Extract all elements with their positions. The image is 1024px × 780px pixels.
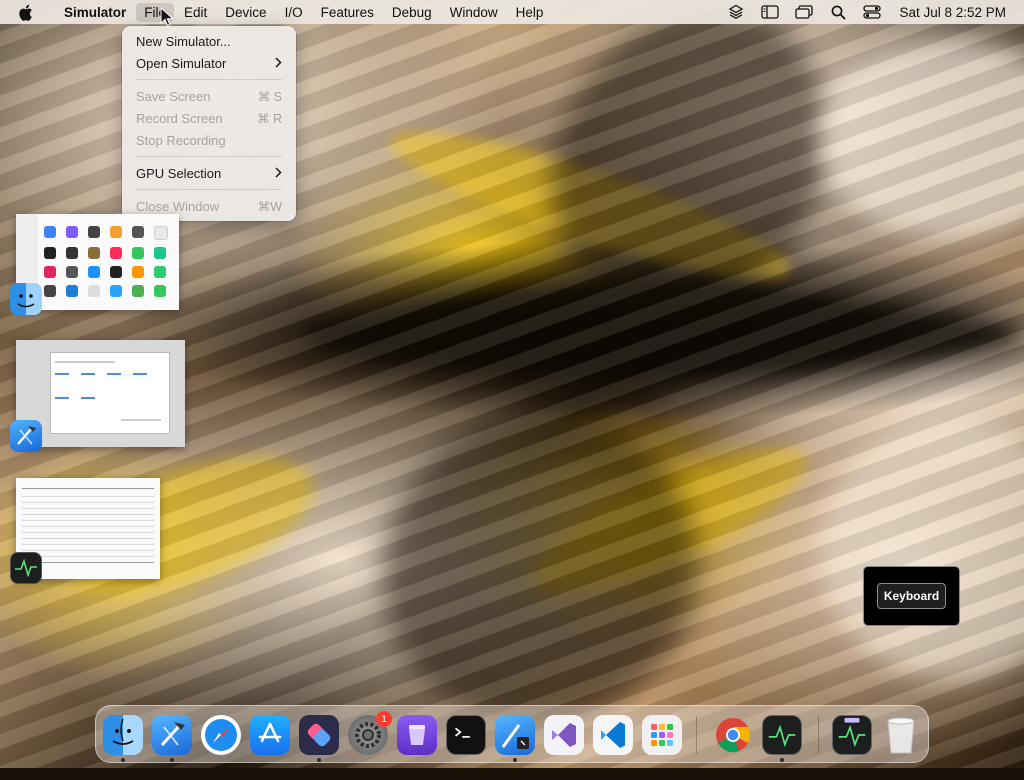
- chevron-right-icon: [275, 166, 282, 181]
- running-indicator: [170, 758, 174, 762]
- menu-item-label: Save Screen: [136, 88, 211, 104]
- menu-features[interactable]: Features: [313, 3, 382, 22]
- windows-icon[interactable]: [794, 3, 814, 21]
- menu-item-shortcut: ⌘ S: [257, 89, 282, 104]
- menu-separator: [136, 156, 282, 157]
- dock-activity-monitor-2-icon[interactable]: [832, 715, 872, 755]
- dock-finder-icon[interactable]: [103, 715, 143, 755]
- keyboard-button[interactable]: Keyboard: [876, 583, 947, 609]
- thumbnail-dialog: [50, 352, 170, 434]
- keyboard-hud: Keyboard: [863, 566, 960, 626]
- menu-item-open-simulator[interactable]: Open Simulator: [122, 52, 296, 74]
- menu-bar: Simulator File Edit Device I/O Features …: [0, 0, 1024, 24]
- running-indicator: [121, 758, 125, 762]
- menu-device[interactable]: Device: [217, 3, 274, 22]
- dock-system-settings-icon[interactable]: 1: [348, 711, 392, 755]
- activity-monitor-icon[interactable]: [10, 552, 42, 584]
- dock-apple-configurator-icon[interactable]: [397, 715, 437, 755]
- menu-separator: [136, 189, 282, 190]
- apple-menu-icon[interactable]: [16, 3, 34, 21]
- spotlight-search-icon[interactable]: [828, 3, 848, 21]
- mouse-pointer-icon: [160, 6, 175, 27]
- file-menu-dropdown: New Simulator... Open Simulator Save Scr…: [122, 26, 296, 221]
- dock-shortcuts-icon[interactable]: [299, 715, 339, 755]
- thumbnail-app-grid: [44, 226, 168, 297]
- dock-activity-monitor-icon[interactable]: [762, 715, 802, 755]
- layers-icon[interactable]: [726, 3, 746, 21]
- dock-separator: [818, 716, 819, 754]
- menu-item-label: Close Window: [136, 198, 220, 214]
- dock-vscode-icon[interactable]: [593, 715, 633, 755]
- running-indicator: [317, 758, 321, 762]
- dock-terminal-icon[interactable]: [446, 715, 486, 755]
- sidebar-icon[interactable]: [760, 3, 780, 21]
- dock-xcode-icon[interactable]: [152, 715, 192, 755]
- dock-visual-studio-icon[interactable]: [544, 715, 584, 755]
- dock-launchpad-icon[interactable]: [642, 715, 682, 755]
- control-center-icon[interactable]: [862, 3, 882, 21]
- dock-app-store-icon[interactable]: [250, 715, 290, 755]
- menu-item-label: New Simulator...: [136, 33, 231, 49]
- menu-debug[interactable]: Debug: [384, 3, 440, 22]
- menu-item-label: Record Screen: [136, 110, 223, 126]
- dock-chrome-icon[interactable]: [713, 715, 753, 755]
- menu-item-new-simulator[interactable]: New Simulator...: [122, 30, 296, 52]
- menu-app-simulator[interactable]: Simulator: [56, 3, 134, 22]
- dock-xcode-beta-icon[interactable]: [495, 715, 535, 755]
- menu-item-label: GPU Selection: [136, 165, 222, 181]
- menu-item-stop-recording: Stop Recording: [122, 129, 296, 151]
- menu-item-gpu-selection[interactable]: GPU Selection: [122, 162, 296, 184]
- menu-item-shortcut: ⌘W: [257, 199, 282, 214]
- finder-icon[interactable]: [10, 283, 42, 315]
- running-indicator: [513, 758, 517, 762]
- menu-item-record-screen: Record Screen ⌘ R: [122, 107, 296, 129]
- menu-item-save-screen: Save Screen ⌘ S: [122, 85, 296, 107]
- xcode-icon[interactable]: [10, 420, 42, 452]
- dock: 1: [95, 705, 929, 763]
- running-indicator: [780, 758, 784, 762]
- menu-separator: [136, 79, 282, 80]
- menu-edit[interactable]: Edit: [176, 3, 215, 22]
- menu-window[interactable]: Window: [442, 3, 506, 22]
- dock-trash-icon[interactable]: [881, 715, 921, 755]
- menu-bar-clock[interactable]: Sat Jul 8 2:52 PM: [899, 5, 1006, 20]
- menu-item-label: Stop Recording: [136, 132, 226, 148]
- menu-help[interactable]: Help: [508, 3, 552, 22]
- chevron-right-icon: [275, 56, 282, 71]
- dock-safari-icon[interactable]: [201, 715, 241, 755]
- menu-item-shortcut: ⌘ R: [257, 111, 282, 126]
- notification-badge: 1: [376, 711, 392, 727]
- menu-item-label: Open Simulator: [136, 55, 227, 71]
- dock-separator: [696, 716, 697, 754]
- menu-io[interactable]: I/O: [277, 3, 311, 22]
